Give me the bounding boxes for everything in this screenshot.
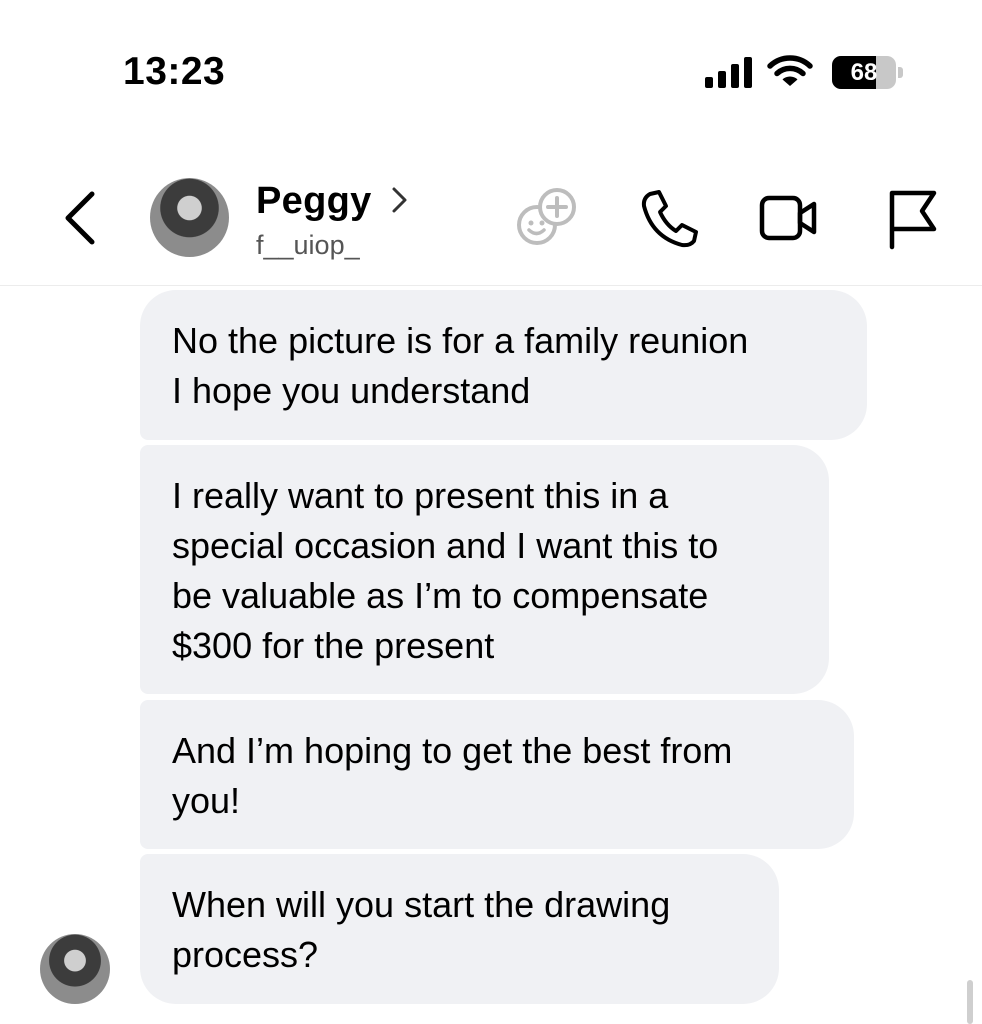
message-bubble[interactable]: When will you start the drawing process?	[140, 854, 779, 1004]
contact-avatar[interactable]	[150, 178, 229, 257]
scrollbar[interactable]	[967, 980, 973, 1024]
contact-username[interactable]: f__uiop_	[256, 230, 360, 261]
conversation-header: Peggy f__uiop_	[0, 150, 982, 286]
status-time: 13:23	[123, 50, 226, 93]
wifi-icon	[767, 55, 813, 86]
status-bar: 13:23 68	[0, 0, 982, 140]
contact-name[interactable]: Peggy	[256, 180, 372, 223]
message-bubble[interactable]: And I’m hoping to get the best from you!	[140, 700, 854, 849]
message-list[interactable]: No the picture is for a family reunion I…	[0, 286, 982, 1024]
chevron-right-icon[interactable]	[388, 183, 412, 217]
sender-avatar[interactable]	[40, 934, 110, 1004]
message-bubble[interactable]: I really want to present this in a speci…	[140, 445, 829, 694]
chevron-left-icon	[65, 191, 95, 245]
stickers-icon[interactable]	[513, 185, 579, 251]
cellular-signal-icon	[705, 56, 755, 88]
back-button[interactable]	[56, 190, 106, 246]
video-camera-icon[interactable]	[756, 185, 822, 251]
battery-icon: 68	[832, 56, 904, 89]
flag-icon[interactable]	[878, 185, 944, 251]
phone-icon[interactable]	[636, 185, 702, 251]
battery-level: 68	[850, 59, 878, 86]
message-bubble[interactable]: No the picture is for a family reunion I…	[140, 290, 867, 440]
